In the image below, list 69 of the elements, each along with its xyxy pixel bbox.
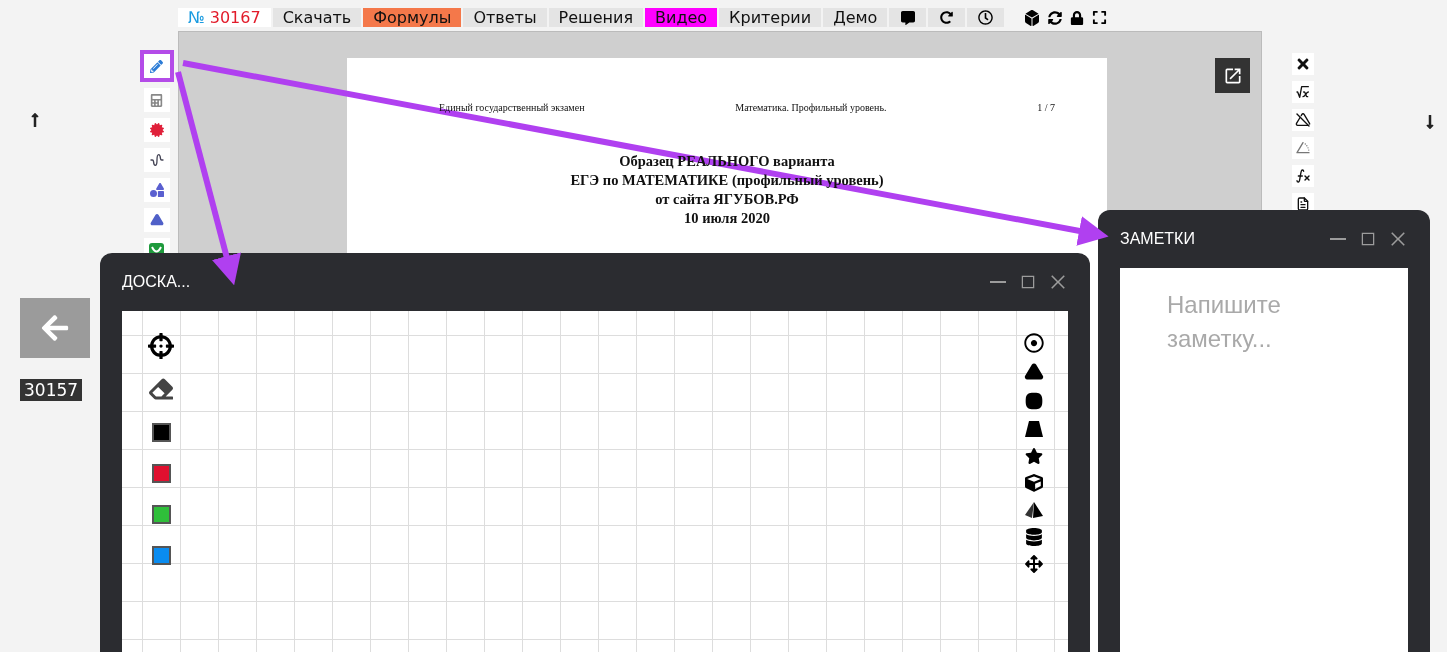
tab[interactable]: Ответы bbox=[463, 8, 549, 27]
move-button[interactable] bbox=[1025, 555, 1043, 573]
square-root-icon bbox=[1295, 84, 1311, 100]
close-button[interactable] bbox=[1388, 229, 1408, 249]
tab[interactable]: Решения bbox=[548, 8, 646, 27]
eraser-button[interactable] bbox=[149, 377, 173, 401]
color-swatch[interactable] bbox=[151, 464, 171, 483]
document-header: Единый государственный экзамен bbox=[439, 102, 585, 113]
pyramid-button[interactable] bbox=[1024, 501, 1044, 519]
angle-button[interactable] bbox=[1292, 137, 1314, 159]
window-title: ДОСКА... bbox=[122, 273, 191, 291]
triangle-off-button[interactable] bbox=[1292, 109, 1314, 131]
curve-icon bbox=[148, 152, 165, 168]
minimize-icon bbox=[990, 281, 1006, 283]
tab[interactable]: Критерии bbox=[719, 8, 824, 27]
refresh-icon bbox=[940, 11, 954, 24]
tab[interactable]: Формулы bbox=[363, 8, 464, 27]
close-icon bbox=[1388, 229, 1408, 249]
clock-icon bbox=[978, 10, 994, 25]
task-id-label: 30157 bbox=[20, 379, 83, 401]
triangle-button[interactable] bbox=[1024, 362, 1044, 382]
tool-button[interactable] bbox=[143, 148, 170, 172]
page-number: 1 / 7 bbox=[1037, 102, 1055, 113]
refresh-button[interactable] bbox=[928, 8, 968, 27]
clock-button[interactable] bbox=[967, 8, 1007, 27]
close-icon bbox=[1295, 56, 1311, 72]
trapezoid-button[interactable] bbox=[1024, 420, 1044, 438]
open-external-button[interactable] bbox=[1215, 58, 1250, 93]
square-root-button[interactable] bbox=[1292, 81, 1314, 103]
back-button[interactable] bbox=[20, 298, 90, 358]
close-icon bbox=[1048, 272, 1068, 292]
tab[interactable]: Демо bbox=[823, 8, 890, 27]
pyramid-icon bbox=[149, 213, 164, 227]
calculator-icon bbox=[150, 93, 163, 107]
tab[interactable]: Скачать bbox=[272, 8, 364, 27]
circle-dot-button[interactable] bbox=[1024, 333, 1044, 353]
color-swatch[interactable] bbox=[151, 505, 171, 524]
shapes-icon bbox=[149, 183, 164, 197]
dice-icon bbox=[1024, 9, 1041, 26]
starburst-icon bbox=[149, 123, 164, 137]
square-button[interactable] bbox=[1024, 391, 1044, 411]
lock-icon bbox=[1070, 10, 1085, 25]
color-swatch[interactable] bbox=[151, 546, 171, 565]
sync-icon bbox=[1048, 10, 1063, 25]
task-number-tab[interactable]: № 30167 bbox=[178, 8, 273, 27]
crossed-triangle-icon bbox=[1295, 112, 1311, 128]
document-title-line: 10 июля 2020 bbox=[684, 210, 770, 227]
cube-button[interactable] bbox=[1025, 474, 1043, 492]
left-arrow-icon bbox=[40, 313, 70, 343]
function-icon bbox=[1295, 168, 1311, 184]
document-header: Математика. Профильный уровень. bbox=[735, 102, 887, 113]
pencil-icon bbox=[150, 59, 163, 73]
minimize-icon bbox=[1330, 238, 1346, 240]
close-tool-button[interactable] bbox=[1292, 53, 1314, 75]
close-button[interactable] bbox=[1048, 272, 1068, 292]
tab[interactable]: Видео bbox=[645, 8, 720, 27]
crosshair-button[interactable] bbox=[148, 333, 174, 359]
document-title-line: от сайта ЯГУБОВ.РФ bbox=[655, 191, 799, 208]
function-button[interactable] bbox=[1292, 165, 1314, 187]
color-swatch[interactable] bbox=[151, 423, 171, 442]
angle-icon bbox=[1295, 140, 1311, 156]
window-title: ЗАМЕТКИ bbox=[1120, 230, 1195, 248]
fullscreen-icon bbox=[1092, 10, 1108, 25]
document-icon bbox=[1295, 196, 1311, 212]
chat-icon bbox=[900, 10, 915, 25]
cylinder-stack-button[interactable] bbox=[1025, 528, 1043, 546]
note-input-field[interactable]: Напишите заметку... bbox=[1120, 268, 1408, 652]
star-button[interactable] bbox=[1025, 447, 1043, 465]
chat-button[interactable] bbox=[889, 8, 929, 27]
